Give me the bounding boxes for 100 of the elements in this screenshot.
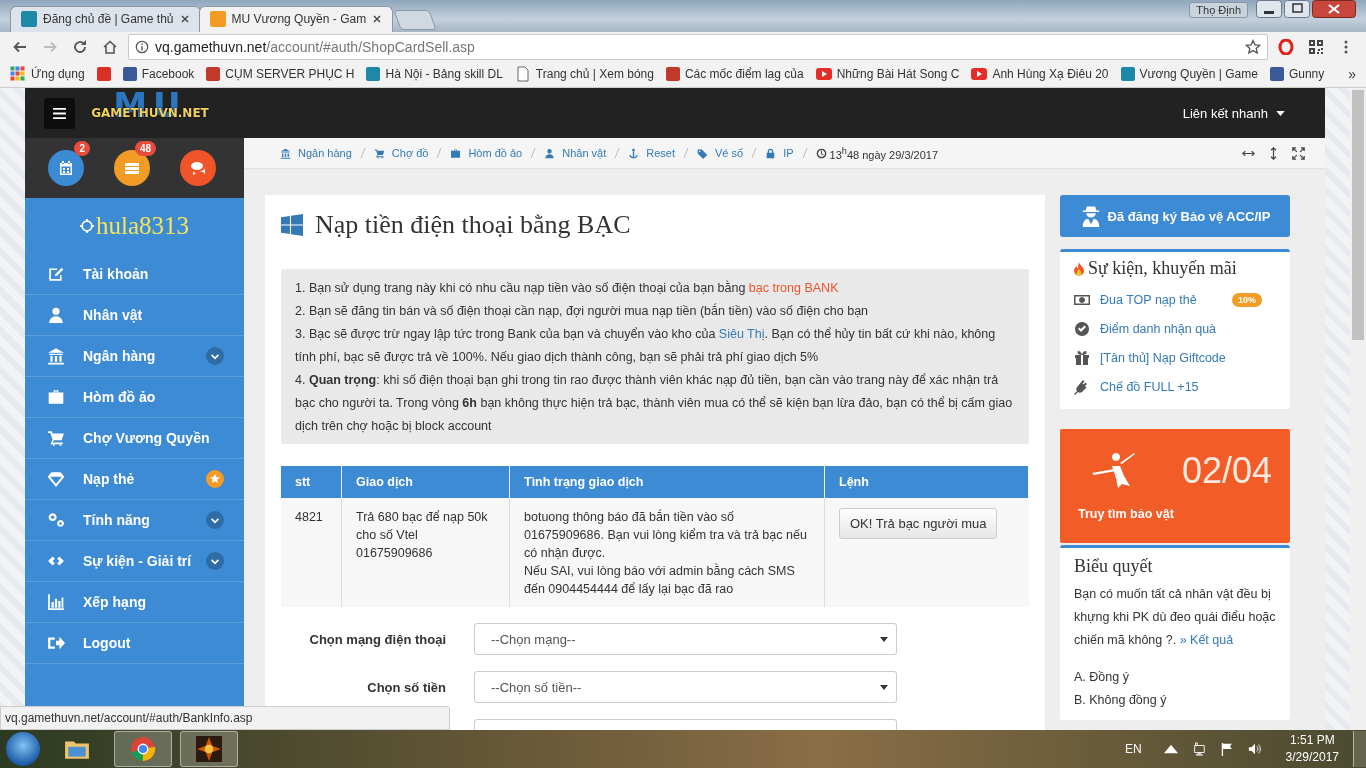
cart-icon xyxy=(373,147,385,159)
bookmark[interactable]: Những Bài Hát Song C xyxy=(815,66,960,83)
shortcut-button[interactable] xyxy=(114,150,150,187)
close-icon[interactable] xyxy=(372,14,383,25)
breadcrumb-link[interactable]: Nhân vật xyxy=(544,147,607,160)
treasure-hunt-panel[interactable]: 02/04 Truy tìm bảo vật xyxy=(1060,429,1290,544)
info-icon[interactable] xyxy=(135,39,149,54)
shortcut-button[interactable] xyxy=(180,150,216,187)
apps-grid-icon xyxy=(10,66,26,83)
poll-title: Biểu quyết xyxy=(1074,556,1154,578)
chat-icon xyxy=(190,160,206,177)
network-icon[interactable] xyxy=(1191,742,1206,757)
favicon-icon xyxy=(1269,67,1284,82)
caret-icon xyxy=(880,636,888,642)
table-cell: botuong thông báo đã bắn tiền vào số 01675909686. Bạn vui lòng kiểm tra và trả bạc nếu có nhận được. Nếu SAI, vui lòng báo với admin bằng cách SMS đến 0904454444 để lấy lại bạc đã rao xyxy=(509,498,825,608)
menu-icon xyxy=(53,107,66,119)
quick-links-dropdown[interactable]: Liên kết nhanh xyxy=(1182,105,1285,121)
favicon-icon xyxy=(206,67,221,82)
bookmark[interactable]: Facebook xyxy=(122,67,195,82)
gears-icon xyxy=(47,511,65,530)
sidebar-menu-item[interactable]: Nạp thẻ xyxy=(25,459,244,501)
bookmark[interactable]: Các mốc điểm lag của xyxy=(665,67,804,82)
sidebar-menu-item[interactable]: Hòm đồ ảo xyxy=(25,377,244,419)
bookmark[interactable]: CỤM SERVER PHỤC H xyxy=(206,67,355,82)
dropdown-field[interactable]: --Chọn số tiền-- xyxy=(474,671,897,704)
bookmark[interactable]: Trang chủ | Xem bóng xyxy=(514,66,654,83)
scrollbar[interactable] xyxy=(1350,88,1366,731)
cart-icon xyxy=(47,429,65,448)
link[interactable]: bạc trong BANK xyxy=(748,281,839,296)
promo-link[interactable]: [Tân thủ] Nạp Giftcode xyxy=(1074,343,1276,373)
table-cell: Trả 680 bạc để nạp 50k cho số Vtel 01675909686 xyxy=(341,498,510,608)
menu-button[interactable] xyxy=(44,97,75,129)
breadcrumb-link[interactable]: Chợ đồ xyxy=(373,147,429,160)
anchor-icon xyxy=(628,147,640,159)
sidebar-menu-item[interactable]: Tài khoản xyxy=(25,254,244,296)
promo-link[interactable]: Điểm danh nhận quà xyxy=(1074,314,1276,344)
promo-link[interactable]: Chế đồ FULL +15 xyxy=(1074,372,1276,402)
taskbar-app[interactable] xyxy=(180,731,238,768)
favicon-icon xyxy=(21,11,37,28)
breadcrumb-link[interactable]: Ngân hàng xyxy=(280,147,352,160)
taskbar-app[interactable] xyxy=(114,731,172,768)
breadcrumb-link[interactable]: IP xyxy=(765,147,794,160)
promo-link[interactable]: Đua TOP nạp thẻ 10% xyxy=(1074,285,1276,315)
sidebar-menu-item[interactable]: Sự kiện - Giải trí xyxy=(25,541,244,583)
poll-option[interactable]: B. Không đồng ý xyxy=(1074,689,1276,713)
sidebar-menu-item[interactable]: Xếp hạng xyxy=(25,582,244,624)
dropdown-field[interactable]: --Chọn mạng-- xyxy=(474,623,897,656)
plug-icon xyxy=(1074,378,1090,395)
poll-option[interactable]: A. Đồng ý xyxy=(1074,666,1276,690)
language-indicator[interactable]: EN xyxy=(1124,742,1142,757)
favicon-icon xyxy=(366,67,381,82)
breadcrumb-link[interactable]: Hòm đồ ảo xyxy=(450,147,523,160)
shortcut-button[interactable] xyxy=(48,150,84,187)
windows-logo-icon xyxy=(281,214,303,237)
minimize-icon[interactable] xyxy=(1256,0,1282,18)
sidebar-menu-item[interactable]: Nhân vật xyxy=(25,295,244,337)
browser-tab[interactable]: MU Vương Quyền - Gam xyxy=(198,5,394,32)
flag-icon[interactable] xyxy=(1219,742,1234,757)
column-header: Lệnh xyxy=(824,466,1029,499)
system-clock[interactable]: 1:51 PM 3/29/2017 xyxy=(1285,732,1339,767)
speaker-icon[interactable] xyxy=(1247,742,1262,757)
show-desktop-button[interactable] xyxy=(1353,731,1366,768)
favicon-icon xyxy=(122,67,137,82)
bookmark[interactable]: Hà Nội - Bảng skill DL xyxy=(366,67,503,82)
sidebar-menu-item[interactable]: Ngân hàng xyxy=(25,336,244,378)
caret-icon xyxy=(1276,110,1285,116)
flame-icon xyxy=(1074,261,1084,276)
profile-button[interactable]: Thọ Định xyxy=(1189,2,1248,18)
breadcrumb-link[interactable]: Reset xyxy=(628,147,675,160)
close-icon[interactable] xyxy=(179,14,190,25)
browser-icon xyxy=(130,736,156,763)
caret-icon xyxy=(880,684,888,690)
address-bar[interactable]: vq.gamethuvn.net/account/#auth/ShopCardSell.asp xyxy=(128,33,1268,60)
tag-icon xyxy=(697,147,708,159)
bank-icon xyxy=(280,147,291,159)
breadcrumb-separator xyxy=(751,147,758,160)
breadcrumb-separator xyxy=(359,147,366,160)
browser-tab[interactable]: Đăng chủ đề | Game thủ xyxy=(10,5,201,32)
breadcrumb-separator xyxy=(683,147,689,160)
bookmark[interactable]: Anh Hùng Xạ Điêu 20 xyxy=(971,66,1109,83)
sidebar-menu-item[interactable]: Chợ Vương Quyền xyxy=(25,418,244,460)
close-icon[interactable] xyxy=(1312,0,1356,18)
breadcrumb-separator xyxy=(436,147,443,160)
sidebar-menu-item[interactable]: Tính năng xyxy=(25,500,244,542)
sidebar-menu-item[interactable]: Logout xyxy=(25,623,244,665)
breadcrumb-link[interactable]: Vé số xyxy=(697,147,744,160)
bookmark[interactable]: Vương Quyền | Game xyxy=(1120,67,1258,82)
bookmark[interactable]: Gunny xyxy=(1269,67,1325,82)
protection-button[interactable]: Đã đăng ký Bảo vệ ACC/IP xyxy=(1060,195,1290,238)
bookmark[interactable] xyxy=(96,67,111,82)
pencil-icon xyxy=(47,265,65,284)
confirm-button[interactable]: OK! Trả bạc người mua xyxy=(839,508,998,540)
results-link[interactable]: » Kết quả xyxy=(1179,633,1234,648)
bookmark-star-icon[interactable] xyxy=(1245,38,1261,55)
maximize-icon[interactable] xyxy=(1284,0,1310,18)
bookmark[interactable]: Ứng dụng xyxy=(10,66,85,83)
more-bookmarks-button[interactable]: » xyxy=(1348,66,1357,83)
start-button[interactable] xyxy=(6,732,40,767)
username: hula8313 xyxy=(95,212,189,241)
fullscreen-icon[interactable] xyxy=(1292,146,1305,160)
